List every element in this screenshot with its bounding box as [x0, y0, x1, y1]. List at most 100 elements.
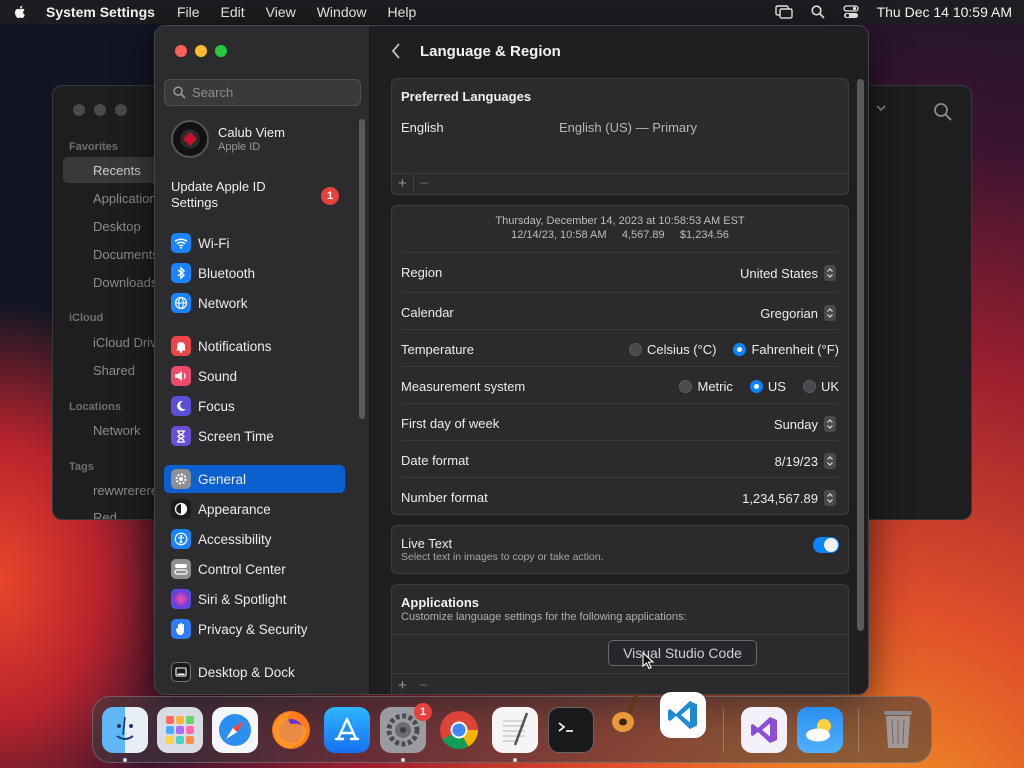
app-store-app-icon[interactable] [324, 707, 370, 753]
calendar-popup[interactable]: Gregorian [760, 305, 836, 321]
menu-app-name[interactable]: System Settings [46, 4, 155, 20]
finder-search-icon[interactable] [933, 102, 953, 122]
sidebar-item-privacy[interactable]: Privacy & Security [171, 617, 308, 641]
celsius-label[interactable]: Celsius (°C) [647, 342, 716, 357]
safari-app-icon[interactable] [212, 707, 258, 753]
sidebar-item-bluetooth[interactable]: Bluetooth [171, 261, 255, 285]
sidebar-item-notifications[interactable]: Notifications [171, 334, 272, 358]
sidebar-item-accessibility[interactable]: Accessibility [171, 527, 272, 551]
finder-item-documents[interactable]: Documents [93, 247, 159, 262]
screen-mirroring-icon[interactable] [774, 5, 793, 19]
close-button[interactable] [175, 45, 187, 57]
sidebar-scrollbar[interactable] [359, 119, 365, 419]
dock: 1 [92, 692, 932, 763]
first-day-popup[interactable]: Sunday [774, 416, 836, 432]
sidebar-item-label: Network [198, 295, 248, 311]
region-popup[interactable]: United States [740, 265, 836, 281]
launchpad-app-icon[interactable] [157, 707, 203, 753]
vscode-app-icon[interactable] [660, 692, 706, 738]
fahrenheit-label[interactable]: Fahrenheit (°F) [751, 342, 839, 357]
sidebar-item-label: Bluetooth [198, 265, 256, 281]
trash-icon[interactable] [875, 707, 921, 753]
sidebar-item-wifi[interactable]: Wi-Fi [171, 231, 229, 255]
menu-file[interactable]: File [177, 4, 200, 20]
terminal-app-icon[interactable] [548, 707, 594, 753]
live-text-toggle[interactable] [813, 537, 839, 553]
menu-view[interactable]: View [266, 4, 296, 20]
control-center-icon[interactable] [842, 5, 859, 19]
apple-id-profile[interactable]: Calub Viem Apple ID [171, 120, 285, 158]
updown-chevron-icon [824, 453, 836, 469]
add-application-button[interactable]: + [392, 677, 413, 694]
appearance-icon [171, 499, 191, 519]
sidebar-item-network[interactable]: Network [171, 291, 248, 315]
menu-help[interactable]: Help [388, 4, 417, 20]
remove-language-button[interactable]: − [412, 174, 435, 192]
us-label[interactable]: US [768, 379, 786, 394]
sidebar-item-label: Notifications [198, 338, 272, 354]
finder-item-recents[interactable]: Recents [93, 163, 141, 178]
chrome-app-icon[interactable] [436, 707, 482, 753]
us-radio[interactable] [749, 380, 763, 393]
sidebar-item-appearance[interactable]: Appearance [171, 497, 271, 521]
finder-item-desktop[interactable]: Desktop [93, 219, 141, 234]
search-input[interactable]: Search [164, 79, 361, 106]
menu-clock[interactable]: Thu Dec 14 10:59 AM [877, 4, 1012, 20]
menu-edit[interactable]: Edit [221, 4, 245, 20]
apple-logo-icon[interactable] [12, 4, 28, 20]
finder-item-tag-red[interactable]: Red [93, 510, 117, 519]
siri-icon [171, 589, 191, 609]
celsius-radio[interactable] [628, 343, 642, 356]
metric-radio[interactable] [679, 380, 693, 393]
wifi-icon [171, 233, 191, 253]
finder-item-downloads[interactable]: Downloads [93, 275, 157, 290]
finder-item-shared[interactable]: Shared [93, 363, 135, 378]
fahrenheit-radio[interactable] [733, 343, 747, 356]
add-language-button[interactable]: + [392, 175, 413, 192]
avatar [171, 120, 209, 158]
divider [401, 329, 839, 330]
finder-sidebar: Favorites Recents Applications Desktop D… [53, 86, 164, 519]
spotlight-search-icon[interactable] [810, 5, 825, 19]
uk-radio[interactable] [802, 380, 816, 393]
back-chevron-icon[interactable] [390, 42, 402, 60]
language-value[interactable]: English (US) — Primary [559, 120, 697, 135]
finder-item-network[interactable]: Network [93, 423, 141, 438]
live-text-subtitle: Select text in images to copy or take ac… [401, 551, 604, 563]
zoom-button[interactable] [215, 45, 227, 57]
divider [392, 673, 848, 674]
metric-label[interactable]: Metric [697, 379, 732, 394]
number-format-popup[interactable]: 1,234,567.89 [742, 490, 836, 506]
update-apple-id-item[interactable]: Update Apple ID Settings [171, 179, 311, 211]
finder-item-applications[interactable]: Applications [93, 191, 163, 206]
finder-item-tag[interactable]: rewwrerere [93, 483, 158, 498]
weather-app-icon[interactable] [797, 707, 843, 753]
sidebar-item-siri[interactable]: Siri & Spotlight [171, 587, 287, 611]
uk-label[interactable]: UK [821, 379, 839, 394]
sidebar-item-desktop-dock[interactable]: Desktop & Dock [171, 660, 295, 684]
measurement-options: Metric US UK [679, 379, 839, 394]
sidebar-item-label: Accessibility [198, 531, 272, 547]
menu-window[interactable]: Window [317, 4, 367, 20]
applications-add-remove: + − [392, 674, 434, 694]
garageband-app-icon[interactable] [604, 691, 650, 737]
finder-app-icon[interactable] [102, 707, 148, 753]
sidebar-item-screen-time[interactable]: Screen Time [171, 424, 274, 448]
preferred-languages-header: Preferred Languages [401, 89, 532, 104]
sidebar-item-general[interactable]: General [171, 467, 246, 491]
textedit-app-icon[interactable] [492, 707, 538, 753]
remove-application-button[interactable]: − [413, 677, 434, 694]
firefox-app-icon[interactable] [268, 707, 314, 753]
content-scrollbar[interactable] [857, 79, 864, 631]
sidebar-item-label: Privacy & Security [198, 621, 308, 637]
minimize-button[interactable] [195, 45, 207, 57]
visual-studio-app-icon[interactable] [741, 707, 787, 753]
running-indicator [123, 758, 127, 762]
sidebar-item-focus[interactable]: Focus [171, 394, 235, 418]
sidebar-item-control-center[interactable]: Control Center [171, 557, 286, 581]
date-format-popup[interactable]: 8/19/23 [775, 453, 836, 469]
sidebar-item-sound[interactable]: Sound [171, 364, 237, 388]
window-controls [175, 45, 227, 57]
language-name[interactable]: English [401, 120, 444, 135]
divider [392, 634, 848, 635]
